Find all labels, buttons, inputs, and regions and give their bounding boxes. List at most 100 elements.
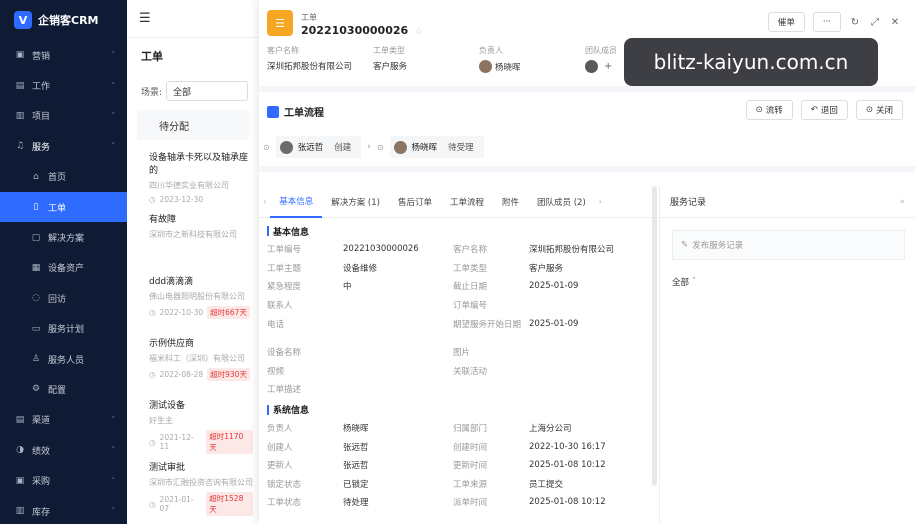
ticket-card-title: 设备轴承卡死以及轴承座的: [149, 153, 249, 176]
post-service-record-input[interactable]: ✎ 发布服务记录: [672, 230, 905, 260]
more-button[interactable]: ···: [812, 12, 841, 32]
chevron-icon: ˄: [111, 142, 116, 151]
detail-tabs: ‹ 基本信息 解决方案 (1) 售后订单 工单流程 附件 团队成员 (2) ›: [259, 186, 652, 218]
info-value: 2022-10-30 16:17: [529, 441, 606, 452]
info-value: 20221030000026: [343, 244, 419, 255]
customer-link[interactable]: 深圳拓邦股份有限公司: [529, 243, 614, 255]
solution-icon: ▢: [31, 232, 41, 243]
ticket-card[interactable]: 示例供应商 福米科工（深圳）有限公司 ◷ 2022-08-28 超时930天: [127, 328, 259, 390]
info-label: 电话: [267, 319, 285, 330]
chevron-icon: ˅: [111, 446, 116, 455]
menu-toggle-icon[interactable]: ☰: [139, 11, 151, 26]
sidebar-item-project[interactable]: ▥ 项目 ˅: [0, 101, 127, 131]
sidebar-item-asset[interactable]: ▦ 设备资产: [0, 253, 127, 283]
return-button[interactable]: ↶ 退回: [800, 100, 848, 120]
sidebar-item-visit[interactable]: ◌ 回访: [0, 283, 127, 313]
clock-icon: ◷: [149, 499, 156, 509]
add-member-icon[interactable]: +: [604, 61, 612, 72]
sidebar-item-label: 项目: [32, 112, 51, 123]
ticket-card[interactable]: 测试审批 深圳市汇融投资咨询有限公司 ◷ 2021-01-07 超时1528天: [127, 452, 259, 516]
ticket-card-meta: ◷ 2021-12-11 超时1170天: [149, 430, 253, 454]
sidebar-item-performance[interactable]: ◑ 绩效 ˅: [0, 435, 127, 465]
brand[interactable]: V 企销客CRM: [0, 0, 127, 40]
detail-label: 工单: [301, 13, 317, 22]
info-label: 工单描述: [267, 385, 302, 396]
step-action: 待受理: [448, 143, 474, 153]
sidebar-item-channel[interactable]: ▤ 渠道 ˅: [0, 405, 127, 435]
field-customer: 客户名称 深圳拓邦股份有限公司: [267, 45, 373, 73]
expand-icon[interactable]: ⤢: [869, 17, 881, 28]
chevron-icon: ˅: [111, 415, 116, 424]
info-row: 更新人 张远哲 更新时间 2025-01-08 10:12: [267, 456, 652, 475]
ticket-card-date: 2021-12-11: [159, 433, 194, 451]
sidebar-item-label: 服务计划: [48, 325, 85, 336]
ticket-icon: ▯: [33, 202, 39, 213]
sidebar-item-work[interactable]: ▤ 工作 ˅: [0, 70, 127, 100]
info-label: 紧急程度: [267, 282, 302, 293]
tab-5[interactable]: 团队成员 (2): [528, 186, 595, 218]
overdue-badge: 超时1170天: [206, 430, 253, 454]
ticket-card-meta: ◷ 2022-08-28 超时930天: [149, 368, 253, 381]
sidebar-item-service[interactable]: ♫ 服务 ˄: [0, 131, 127, 161]
asset-icon: ▦: [31, 262, 41, 273]
purchase-icon: ▣: [15, 475, 25, 486]
overdue-badge: 超时930天: [207, 368, 250, 381]
sidebar-item-inventory[interactable]: ▥ 库存 ˅: [0, 496, 127, 524]
performance-icon: ◑: [16, 445, 24, 456]
transfer-button[interactable]: ⊙ 流转: [745, 100, 793, 120]
section-bar: [267, 404, 269, 415]
chevron-icon: ˅: [111, 111, 116, 120]
tab-2[interactable]: 售后订单: [389, 186, 441, 218]
sidebar-item-sales[interactable]: ▣ 营销 ˅: [0, 40, 127, 70]
sidebar-item-plan[interactable]: ▭ 服务计划: [0, 314, 127, 344]
step-status-icon: ⊙: [376, 142, 384, 152]
sales-icon: ▣: [15, 50, 25, 61]
info-label: 归属部门: [453, 424, 488, 435]
collapse-icon[interactable]: »: [899, 197, 905, 207]
workflow-icon: [267, 105, 279, 118]
header-actions: 催单 ··· ↻ ⤢ ✕: [767, 12, 901, 32]
owner-name: 杨晓晖: [495, 62, 521, 73]
overdue-badge: 超时1528天: [206, 492, 253, 516]
field-label: 负责人: [479, 46, 503, 55]
section-title: 系统信息: [267, 401, 652, 419]
tabs-scroll-left-icon[interactable]: ‹: [259, 197, 270, 206]
ticket-card[interactable]: 测试设备 好生主 ◷ 2021-12-11 超时1170天: [127, 390, 259, 454]
ticket-card[interactable]: 设备轴承卡死以及轴承座的 四川华德实业有限公司 ◷ 2023-12-30: [127, 142, 259, 204]
scene-select[interactable]: 全部: [166, 81, 249, 101]
sidebar-item-solution[interactable]: ▢ 解决方案: [0, 222, 127, 252]
sidebar-item-purchase[interactable]: ▣ 采购 ˅: [0, 465, 127, 495]
record-filter[interactable]: 全部 ˅: [672, 276, 915, 288]
ticket-card[interactable]: 有故障 深圳市之新科技有限公司: [127, 204, 259, 266]
chevron-icon: ˅: [111, 476, 116, 485]
ticket-card-customer: 四川华德实业有限公司: [149, 181, 229, 190]
info-value: 已锁定: [343, 479, 369, 490]
info-scrollbar[interactable]: [652, 186, 657, 486]
ticket-card-title: ddd滴滴滴: [149, 277, 194, 287]
tab-0[interactable]: 基本信息: [270, 186, 323, 218]
sidebar-item-staff[interactable]: ♙ 服务人员: [0, 344, 127, 374]
group-title[interactable]: 待分配: [137, 110, 249, 140]
sidebar-item-label: 渠道: [32, 416, 51, 427]
info-row: 负责人 杨晓晖 归属部门 上海分公司: [267, 419, 652, 438]
info-label: 派单时间: [453, 498, 488, 509]
tab-3[interactable]: 工单流程: [441, 186, 493, 218]
urge-button[interactable]: 催单: [767, 12, 805, 32]
sidebar-item-home[interactable]: ⌂ 首页: [0, 162, 127, 192]
customer-link[interactable]: 深圳拓邦股份有限公司: [267, 60, 373, 72]
sidebar-item-ticket[interactable]: ▯ 工单: [0, 191, 127, 223]
post-placeholder: 发布服务记录: [692, 241, 744, 251]
sidebar-item-config[interactable]: ⚙ 配置: [0, 374, 127, 404]
info-row: 紧急程度 中 截止日期 2025-01-09: [267, 277, 652, 296]
close-icon[interactable]: ✕: [889, 17, 901, 28]
tabs-scroll-right-icon[interactable]: ›: [595, 197, 606, 206]
favorite-star-icon[interactable]: ☆: [415, 27, 423, 37]
refresh-icon[interactable]: ↻: [849, 17, 861, 28]
ticket-card[interactable]: ddd滴滴滴 佛山电器照明股份有限公司 ◷ 2022-10-30 超时667天: [127, 266, 259, 328]
tab-4[interactable]: 附件: [493, 186, 528, 218]
tab-1[interactable]: 解决方案 (1): [322, 186, 389, 218]
section-title-text: 基本信息: [273, 227, 310, 238]
basic-info-section: 基本信息 工单编号 20221030000026 客户名称 深圳拓邦股份有限公司 工单主…: [259, 220, 652, 524]
close-ticket-button[interactable]: ⊙ 关闭: [855, 100, 903, 120]
workflow-step: 杨晓晖 待受理: [389, 136, 484, 158]
